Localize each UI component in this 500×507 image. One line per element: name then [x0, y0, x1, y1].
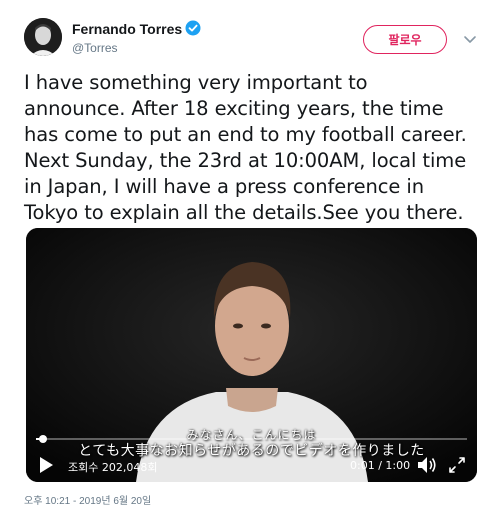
- tweet-text-line: I have something very important to: [24, 71, 368, 94]
- video-player[interactable]: みなさん、こんにちは とても大事なお知らせがあるのでビデオを作りました 조회수 …: [26, 228, 477, 482]
- tweet-text-line: announce. After 18 exciting years, the t…: [24, 97, 444, 120]
- video-time: 0:01 / 1:00: [350, 459, 411, 472]
- chevron-down-icon[interactable]: [463, 35, 477, 45]
- author-handle[interactable]: @Torres: [72, 41, 118, 55]
- tweet-header: Fernando Torres @Torres 팔로우: [0, 0, 500, 64]
- tweet-text: I have something very important to annou…: [24, 70, 486, 226]
- tweet-text-line: Tokyo to explain all the details.See you…: [24, 201, 464, 224]
- follow-button[interactable]: 팔로우: [363, 25, 447, 54]
- volume-icon[interactable]: [416, 455, 438, 475]
- author-name[interactable]: Fernando Torres: [72, 21, 182, 37]
- video-subtitle-line: とても大事なお知らせがあるのでビデオを作りました: [78, 443, 425, 459]
- tweet-text-line: has come to put an end to my football ca…: [24, 123, 467, 146]
- verified-badge-icon: [185, 20, 201, 36]
- tweet-text-line: Next Sunday, the 23rd at 10:00AM, local …: [24, 149, 467, 172]
- tweet-text-line: in Japan, I will have a press conference…: [24, 175, 424, 198]
- play-icon[interactable]: [38, 456, 54, 474]
- fullscreen-icon[interactable]: [448, 456, 466, 474]
- tweet-timestamp[interactable]: 오후 10:21 - 2019년 6월 20일: [24, 492, 151, 507]
- author-avatar[interactable]: [24, 18, 62, 56]
- view-count: 조회수 202,048회: [68, 461, 158, 474]
